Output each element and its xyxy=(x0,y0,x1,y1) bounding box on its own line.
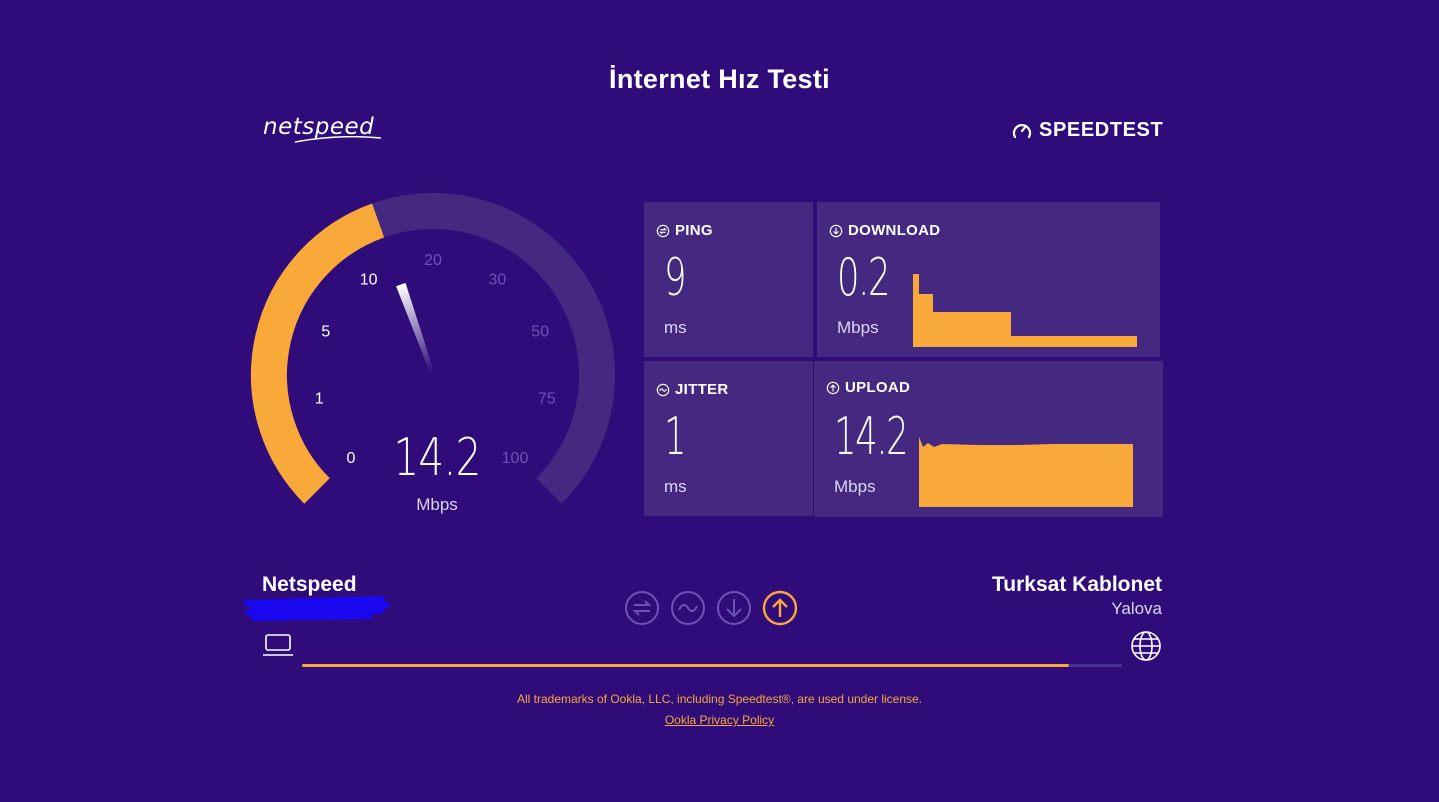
gauge-speed-unit: Mbps xyxy=(416,495,458,514)
gauge-speed-value: 14.2 xyxy=(393,428,481,488)
upload-sparkline xyxy=(919,437,1148,507)
ping-label: PING xyxy=(656,222,713,239)
download-label: DOWNLOAD xyxy=(829,222,940,239)
upload-label: UPLOAD xyxy=(826,379,910,396)
gauge-tick-label: 5 xyxy=(321,324,330,341)
ping-card: PING 9 ms xyxy=(644,202,813,357)
gauge-tick-label: 30 xyxy=(489,272,507,289)
jitter-value: 1 xyxy=(664,407,687,467)
gauge-tick-label: 1 xyxy=(315,391,324,408)
test-progress-bar xyxy=(302,664,1122,667)
ping-unit: ms xyxy=(664,318,687,337)
download-sparkline xyxy=(913,274,1137,347)
jitter-unit: ms xyxy=(664,477,687,496)
jitter-icon xyxy=(656,383,670,396)
download-card: DOWNLOAD 0.2 Mbps xyxy=(817,202,1160,357)
jitter-label: JITTER xyxy=(656,381,728,398)
gauge-tick-label: 10 xyxy=(360,272,378,289)
gauge-tick-label: 50 xyxy=(531,324,549,341)
gauge-tick-label: 20 xyxy=(424,252,442,269)
gauge-needle xyxy=(396,282,435,374)
gauge-fill xyxy=(250,203,385,504)
download-icon xyxy=(829,224,843,237)
upload-icon xyxy=(762,590,798,626)
test-stage-indicators xyxy=(624,590,798,626)
download-icon xyxy=(717,591,751,625)
ping-value: 9 xyxy=(664,248,687,308)
globe-icon[interactable] xyxy=(1130,630,1162,662)
ping-icon xyxy=(656,224,670,237)
trademark-notice: All trademarks of Ookla, LLC, including … xyxy=(516,692,923,706)
upload-value: 14.2 xyxy=(834,407,909,467)
upload-card: UPLOAD 14.2 Mbps xyxy=(814,361,1163,517)
netspeed-logo: netspeed xyxy=(263,114,382,143)
gauge-tick-label: 75 xyxy=(538,391,556,408)
laptop-icon xyxy=(263,634,293,656)
download-unit: Mbps xyxy=(837,318,879,337)
swoosh-icon xyxy=(294,136,382,143)
ping-icon xyxy=(625,591,659,625)
server-name: Turksat Kablonet xyxy=(992,573,1162,596)
download-value: 0.2 xyxy=(837,248,891,308)
gauge-tick-label: 100 xyxy=(502,450,529,467)
jitter-icon xyxy=(671,591,705,625)
privacy-policy-link[interactable]: Ookla Privacy Policy xyxy=(0,713,1439,727)
jitter-card: JITTER 1 ms xyxy=(644,361,813,516)
redacted-scribble xyxy=(243,596,390,621)
test-progress-fill xyxy=(302,664,1069,667)
gauge-tick-label: 0 xyxy=(347,450,356,467)
upload-unit: Mbps xyxy=(834,477,876,496)
upload-icon xyxy=(826,381,840,394)
server-info[interactable]: Turksat Kablonet Yalova xyxy=(992,573,1162,619)
speedtest-logo: SPEEDTEST xyxy=(1011,119,1163,142)
speedometer-icon xyxy=(1012,123,1032,138)
server-city: Yalova xyxy=(1111,599,1162,618)
page-title: İnternet Hız Testi xyxy=(609,64,830,94)
footer: All trademarks of Ookla, LLC, including … xyxy=(0,692,1439,727)
